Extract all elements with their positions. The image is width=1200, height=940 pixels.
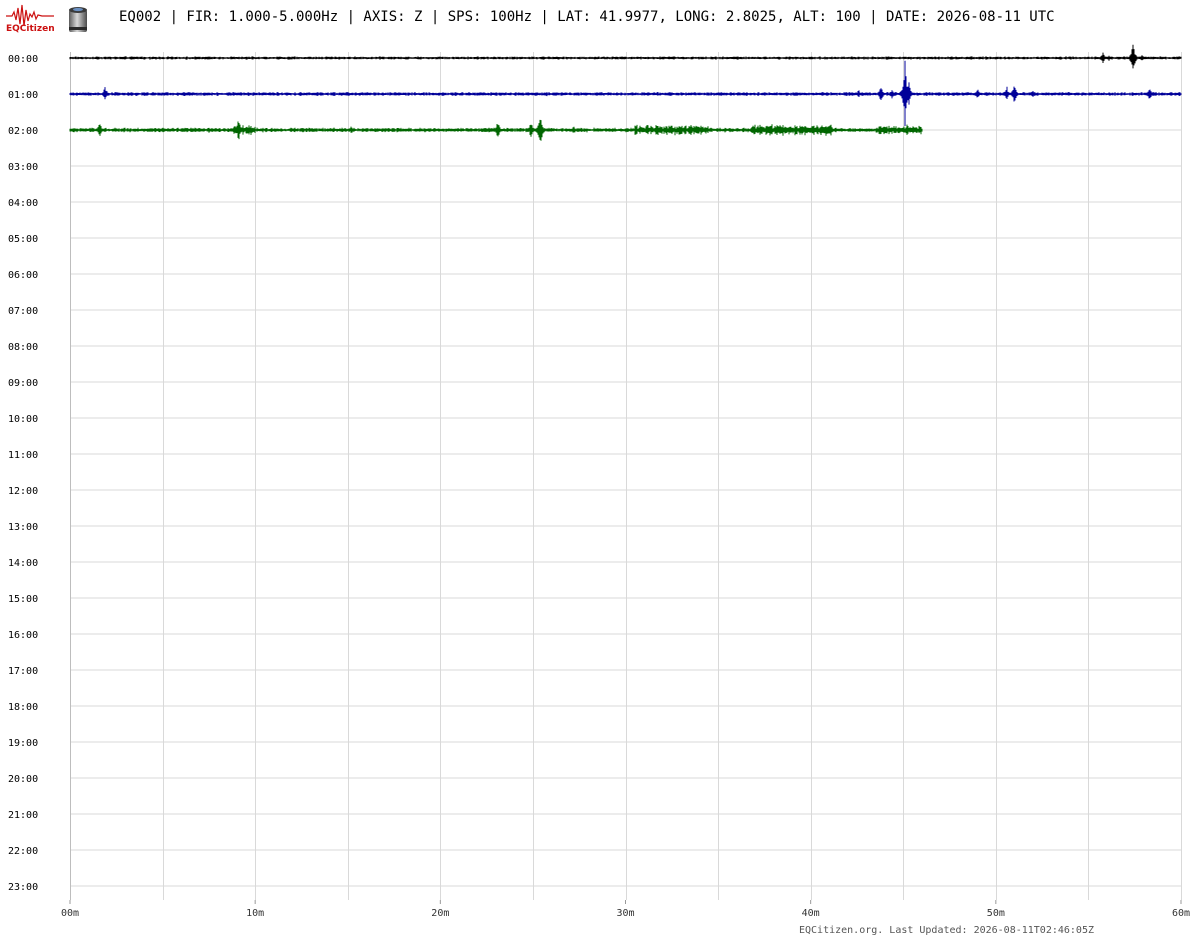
row-label: 06:00 bbox=[8, 270, 38, 281]
row-label: 11:00 bbox=[8, 450, 38, 461]
row-label: 23:00 bbox=[8, 882, 38, 893]
row-label: 01:00 bbox=[8, 90, 38, 101]
row-label: 07:00 bbox=[8, 306, 38, 317]
row-label: 21:00 bbox=[8, 810, 38, 821]
x-tick-label: 00m bbox=[61, 908, 79, 919]
row-label: 20:00 bbox=[8, 774, 38, 785]
row-label: 09:00 bbox=[8, 378, 38, 389]
row-label: 15:00 bbox=[8, 594, 38, 605]
seismic-trace-row-0 bbox=[69, 44, 1182, 69]
x-axis-ticks: 00m 10m 20m 30m 40m 50m 60m bbox=[61, 900, 1190, 919]
row-label: 05:00 bbox=[8, 234, 38, 245]
x-tick-label: 40m bbox=[802, 908, 820, 919]
row-label: 22:00 bbox=[8, 846, 38, 857]
helicorder-chart: 00:00 01:00 02:00 03:00 04:00 05:00 06:00 07:00… bbox=[8, 44, 1190, 919]
x-tick-label: 60m bbox=[1172, 908, 1190, 919]
x-tick-label: 50m bbox=[987, 908, 1005, 919]
row-label: 16:00 bbox=[8, 630, 38, 641]
row-label: 19:00 bbox=[8, 738, 38, 749]
row-label: 00:00 bbox=[8, 54, 38, 65]
row-label: 17:00 bbox=[8, 666, 38, 677]
row-label: 13:00 bbox=[8, 522, 38, 533]
footer-last-updated: EQCitizen.org. Last Updated: 2026-08-11T… bbox=[798, 925, 1094, 936]
header: EQCitizen EQ002 | FIR: 1.000-5.000Hz | A… bbox=[0, 0, 1200, 40]
row-label: 18:00 bbox=[8, 702, 38, 713]
seismic-trace-row-2 bbox=[69, 119, 923, 141]
x-tick-label: 20m bbox=[431, 908, 449, 919]
row-label: 02:00 bbox=[8, 126, 38, 137]
chart-title: EQ002 | FIR: 1.000-5.000Hz | AXIS: Z | S… bbox=[119, 9, 1055, 25]
sensor-icon bbox=[69, 7, 87, 32]
row-label: 14:00 bbox=[8, 558, 38, 569]
seismic-trace-row-1 bbox=[69, 60, 1182, 126]
x-tick-label: 10m bbox=[246, 908, 264, 919]
grid bbox=[70, 52, 1182, 900]
traces bbox=[69, 44, 1182, 141]
row-labels: 00:00 01:00 02:00 03:00 04:00 05:00 06:00 07:00… bbox=[8, 54, 38, 893]
row-label: 03:00 bbox=[8, 162, 38, 173]
row-label: 10:00 bbox=[8, 414, 38, 425]
logo-text: EQCitizen bbox=[6, 24, 55, 34]
row-label: 08:00 bbox=[8, 342, 38, 353]
x-tick-label: 30m bbox=[616, 908, 634, 919]
row-label: 04:00 bbox=[8, 198, 38, 209]
row-label: 12:00 bbox=[8, 486, 38, 497]
